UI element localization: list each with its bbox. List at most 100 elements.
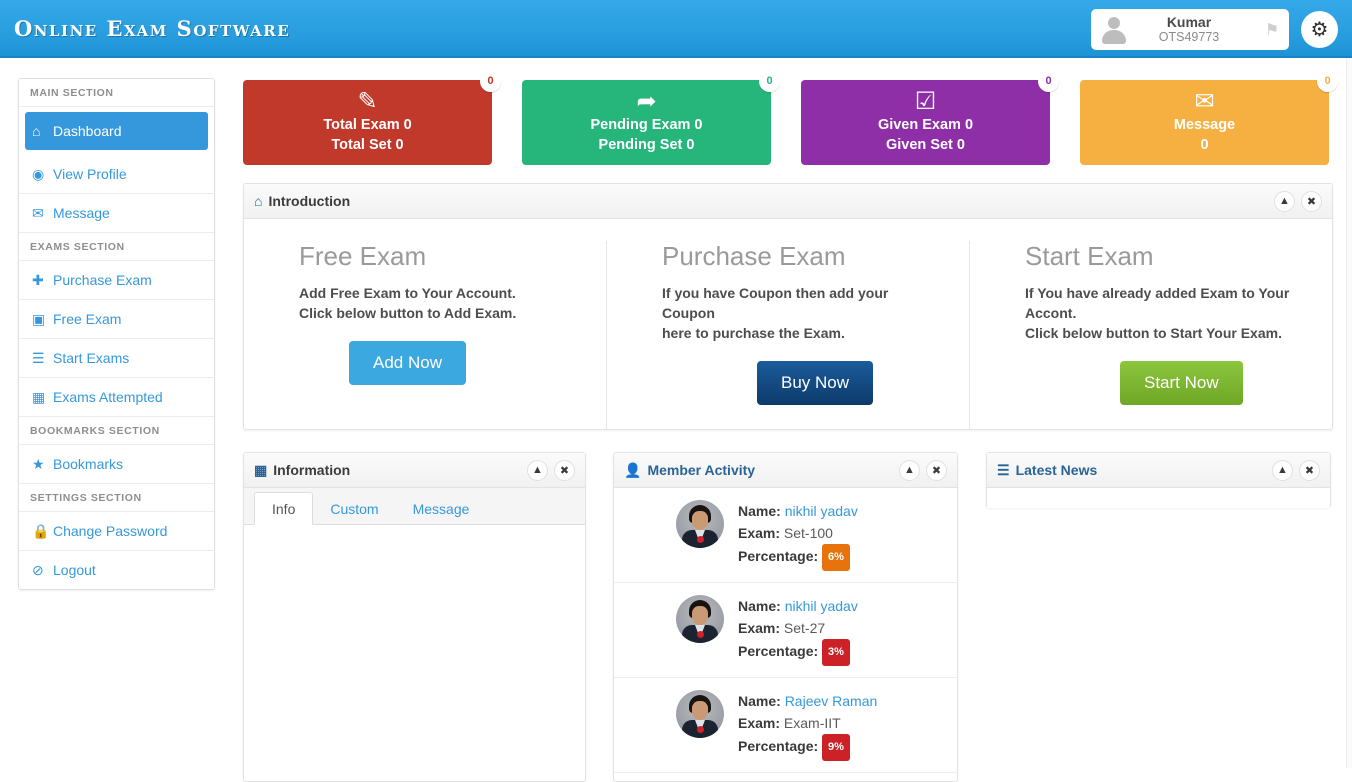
home-icon: ⌂ — [32, 123, 41, 139]
envelope-icon: ✉ — [32, 205, 44, 221]
column-text-line: Click below button to Start Your Exam. — [1025, 325, 1282, 341]
sidebar-item-change-password[interactable]: 🔒 Change Password — [19, 512, 214, 551]
panel-title-text: Introduction — [268, 193, 351, 209]
add-now-button[interactable]: Add Now — [349, 341, 466, 385]
list-item[interactable]: Name: Prem Ranjan — [614, 773, 957, 781]
sidebar-item-free-exam[interactable]: ▣ Free Exam — [19, 300, 214, 339]
name-label: Name: — [738, 503, 781, 519]
gear-icon[interactable]: ⚙ — [1301, 11, 1338, 48]
column-text-line: If You have already added Exam to Your — [1025, 285, 1290, 301]
sidebar-heading-settings: SETTINGS SECTION — [19, 484, 214, 512]
sidebar-item-view-profile[interactable]: ◉ View Profile — [19, 155, 214, 194]
sidebar-item-label: Bookmarks — [53, 456, 124, 472]
message-card[interactable]: ✉ Message 0 0 — [1080, 71, 1338, 165]
total-exam-card[interactable]: ✎ Total Exam 0 Total Set 0 0 — [243, 71, 501, 165]
name-label: Name: — [738, 693, 781, 709]
sidebar-item-label: Message — [53, 205, 110, 221]
column-text-line: Accont. — [1025, 305, 1077, 321]
information-tab-body — [244, 525, 585, 780]
exam-label: Exam: — [738, 525, 781, 541]
introduction-panel: ⌂ Introduction ▲ ✖ Free Exam Add Free Ex… — [243, 183, 1333, 430]
bell-icon[interactable]: ⚑ — [1255, 9, 1289, 50]
page-title: ⌂ Introduction — [254, 193, 350, 209]
top-header-bar: Online Exam Software Kumar OTS49773 ⚑ ⚙ — [0, 0, 1352, 58]
tab-info[interactable]: Info — [254, 492, 314, 525]
card-line-1: Total Exam 0 — [323, 117, 412, 133]
sidebar-heading-exams: EXAMS SECTION — [19, 233, 214, 261]
check-square-icon: ☑ — [914, 88, 937, 115]
percentage-badge: 6% — [822, 544, 850, 571]
star-icon: ★ — [32, 456, 45, 472]
close-icon[interactable]: ✖ — [1299, 459, 1320, 481]
member-avatar — [676, 500, 724, 548]
page-scrollbar[interactable] — [1346, 58, 1352, 768]
information-panel: ▦ Information ▲ ✖ Info Custom Message — [243, 452, 586, 782]
card-line-2: Total Set 0 — [331, 137, 404, 153]
column-text: Add Free Exam to Your Account. Click bel… — [299, 283, 582, 323]
collapse-icon[interactable]: ▲ — [899, 459, 920, 481]
percentage-label: Percentage: — [738, 643, 819, 659]
collapse-icon[interactable]: ▲ — [527, 459, 548, 481]
card-line-1: Message — [1173, 117, 1236, 133]
sidebar-item-label: Logout — [53, 562, 96, 578]
panel-title-text: Member Activity — [647, 462, 756, 478]
card-line-2: 0 — [1200, 137, 1209, 153]
calendar-icon: ▦ — [32, 389, 46, 405]
grid-icon: ▦ — [254, 461, 268, 478]
list-item[interactable]: Name: nikhil yadav Exam: Set-100 Percent… — [614, 488, 957, 583]
percentage-label: Percentage: — [738, 548, 819, 564]
column-text: If You have already added Exam to Your A… — [1025, 283, 1308, 343]
member-name[interactable]: nikhil yadav — [785, 598, 858, 614]
plus-icon: ✚ — [32, 272, 44, 288]
sidebar-item-purchase-exam[interactable]: ✚ Purchase Exam — [19, 261, 214, 300]
start-exam-column: Start Exam If You have already added Exa… — [969, 241, 1332, 430]
sidebar-item-label: View Profile — [53, 166, 127, 182]
collapse-icon[interactable]: ▲ — [1272, 459, 1293, 481]
sidebar-item-exams-attempted[interactable]: ▦ Exams Attempted — [19, 378, 214, 417]
exam-label: Exam: — [738, 715, 781, 731]
share-square-icon: ➦ — [636, 88, 657, 115]
tab-custom[interactable]: Custom — [313, 493, 395, 524]
panel-tools: ▲ ✖ — [899, 459, 947, 481]
given-exam-card[interactable]: ☑ Given Exam 0 Given Set 0 0 — [801, 71, 1059, 165]
name-label: Name: — [738, 598, 781, 614]
close-icon[interactable]: ✖ — [1301, 190, 1322, 212]
status-badge: 0 — [759, 71, 780, 92]
member-avatar — [676, 690, 724, 738]
card-line-1: Pending Exam 0 — [590, 117, 703, 133]
member-name[interactable]: Rajeev Raman — [785, 693, 878, 709]
close-icon[interactable]: ✖ — [926, 459, 947, 481]
list-alt-icon: ☰ — [997, 461, 1010, 478]
member-name[interactable]: nikhil yadav — [785, 503, 858, 519]
pending-exam-card[interactable]: ➦ Pending Exam 0 Pending Set 0 0 — [522, 71, 780, 165]
column-text-line: Click below button to Add Exam. — [299, 305, 517, 321]
sidebar-item-label: Dashboard — [53, 123, 122, 139]
envelope-icon: ✉ — [1194, 88, 1215, 115]
percentage-badge: 9% — [822, 734, 850, 761]
sidebar-item-bookmarks[interactable]: ★ Bookmarks — [19, 445, 214, 484]
lock-icon: 🔒 — [32, 523, 50, 539]
pencil-square-icon: ✎ — [357, 88, 378, 115]
panel-header: ☰ Latest News ▲ ✖ — [987, 453, 1330, 488]
buy-now-button[interactable]: Buy Now — [757, 361, 874, 405]
start-now-button[interactable]: Start Now — [1120, 361, 1243, 405]
panel-tools: ▲ ✖ — [1272, 459, 1320, 481]
sidebar-item-dashboard[interactable]: ⌂ Dashboard — [25, 112, 208, 150]
tab-message[interactable]: Message — [396, 493, 487, 524]
column-text-line: here to purchase the Exam. — [662, 325, 845, 341]
latest-news-panel: ☰ Latest News ▲ ✖ — [986, 452, 1331, 508]
sidebar-item-start-exams[interactable]: ☰ Start Exams — [19, 339, 214, 378]
member-avatar — [676, 595, 724, 643]
sidebar-item-message[interactable]: ✉ Message — [19, 194, 214, 233]
sidebar-item-label: Exams Attempted — [53, 389, 163, 405]
close-icon[interactable]: ✖ — [554, 459, 575, 481]
list-item[interactable]: Name: Rajeev Raman Exam: Exam-IIT Percen… — [614, 678, 957, 773]
sidebar-item-label: Start Exams — [53, 350, 130, 366]
list-item[interactable]: Name: nikhil yadav Exam: Set-27 Percenta… — [614, 583, 957, 678]
panel-title: 👤 Member Activity — [624, 462, 755, 479]
information-tabs: Info Custom Message — [244, 488, 585, 525]
user-account-panel[interactable]: Kumar OTS49773 ⚑ — [1091, 9, 1289, 50]
collapse-icon[interactable]: ▲ — [1274, 190, 1295, 212]
column-text: If you have Coupon then add your Coupon … — [662, 283, 945, 343]
sidebar-item-logout[interactable]: ⊘ Logout — [19, 551, 214, 589]
